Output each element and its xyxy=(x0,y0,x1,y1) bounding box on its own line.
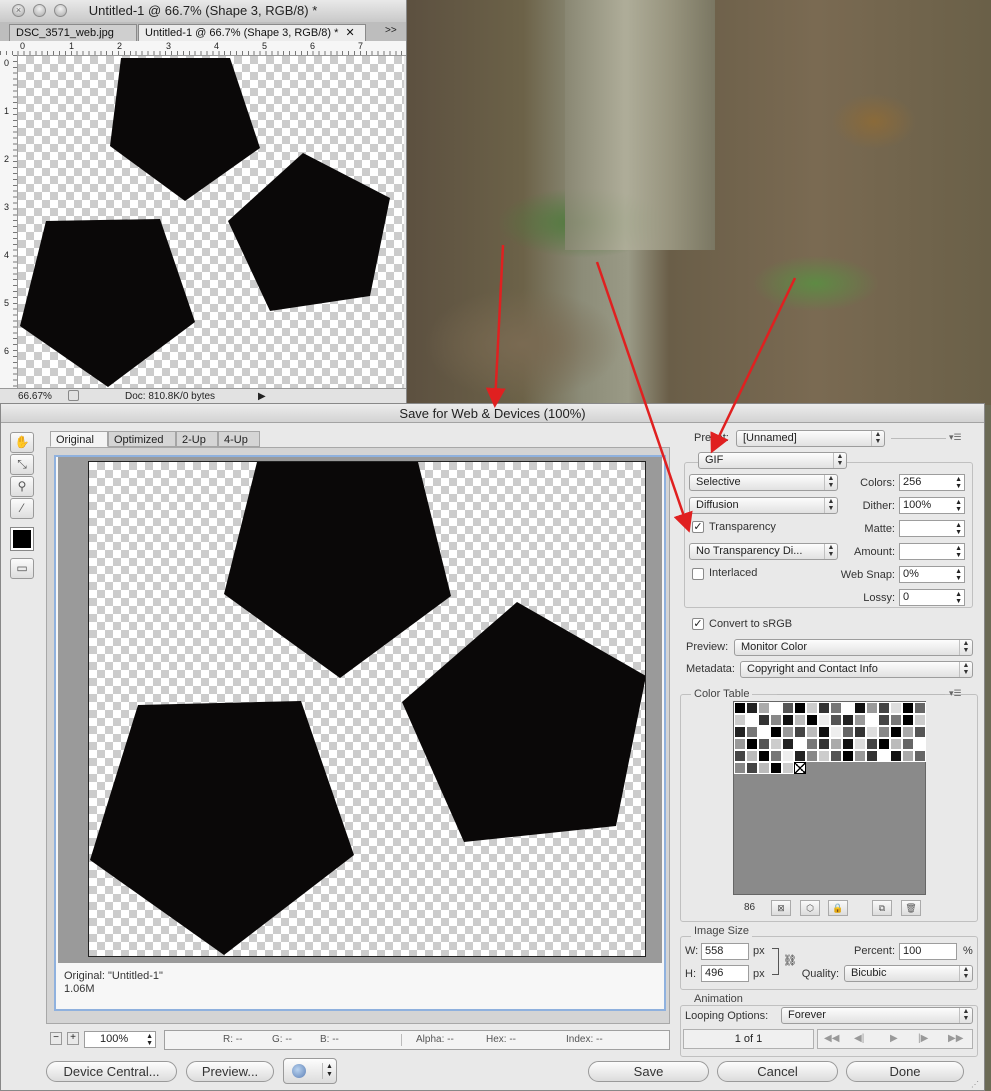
annotation-arrows xyxy=(485,244,797,533)
red-arrow xyxy=(485,244,506,408)
red-arrow xyxy=(710,277,797,454)
red-arrow xyxy=(595,261,693,533)
